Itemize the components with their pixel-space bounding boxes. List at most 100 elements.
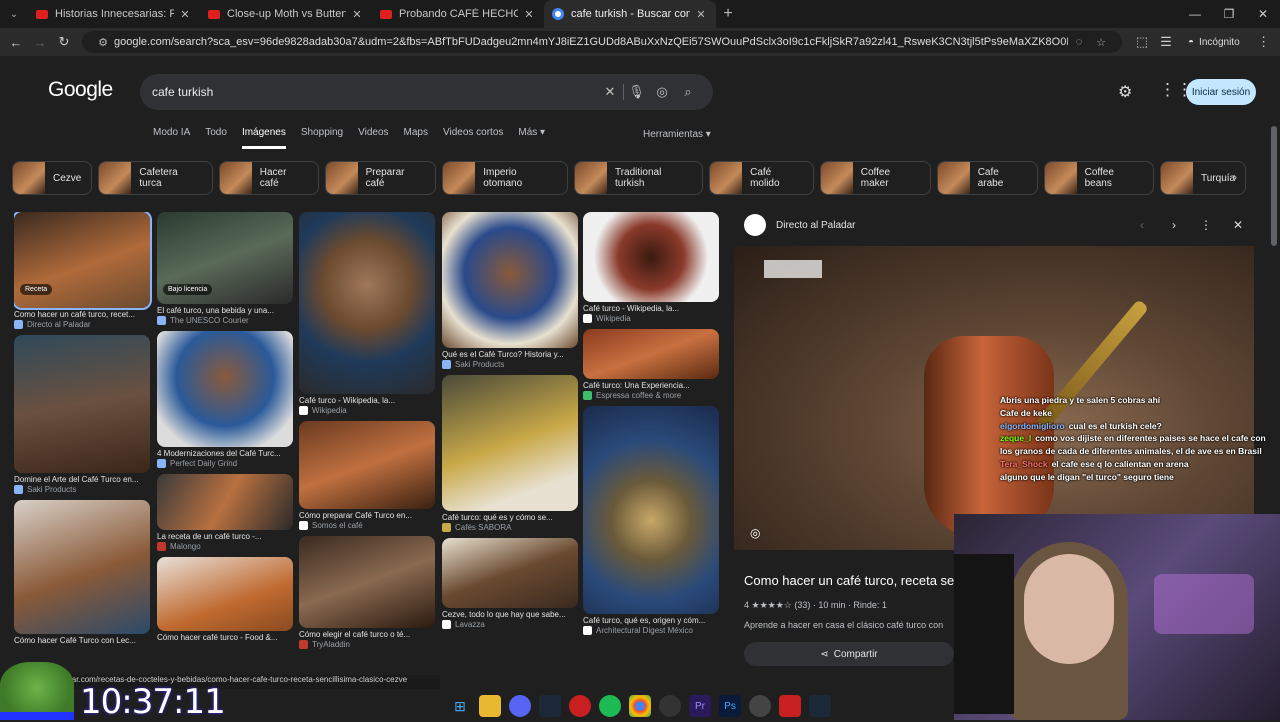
search-icon[interactable]: ⌕ xyxy=(675,84,701,100)
lens-icon[interactable]: ◎ xyxy=(649,84,675,100)
app-icon[interactable] xyxy=(749,695,771,717)
filter-imagenes[interactable]: Imágenes xyxy=(241,127,286,149)
preview-source[interactable]: Directo al Paladar xyxy=(776,220,855,231)
discord-icon[interactable] xyxy=(509,695,531,717)
image-result[interactable]: Qué es el Café Turco? Historia y... Saki… xyxy=(442,212,578,369)
minimize-icon[interactable]: — xyxy=(1178,7,1212,21)
chip[interactable]: Preparar café xyxy=(324,161,437,195)
site-info-icon[interactable]: ⚙ xyxy=(92,36,114,49)
windows-start-icon[interactable]: ⊞ xyxy=(449,695,471,717)
extensions-icon[interactable]: ⬚ xyxy=(1130,34,1154,50)
chip[interactable]: Cafe arabe xyxy=(936,161,1038,195)
close-icon[interactable]: ✕ xyxy=(350,8,364,21)
tab-search-icon[interactable]: ⌄ xyxy=(0,9,28,20)
image-result[interactable]: La receta de un café turco -... Malongo xyxy=(157,474,293,551)
filter-todo[interactable]: Todo xyxy=(205,127,227,149)
image-result[interactable]: Cómo hacer café turco - Food &... xyxy=(157,557,293,642)
chevron-right-icon[interactable]: › xyxy=(1158,218,1190,232)
chip[interactable]: Coffee beans xyxy=(1043,161,1155,195)
image-result[interactable]: Cómo elegir el café turco o té... TryAla… xyxy=(299,536,435,649)
cook-time: 10 min xyxy=(818,600,846,610)
image-result[interactable]: Domine el Arte del Café Turco en... Saki… xyxy=(14,335,150,494)
close-icon[interactable]: ✕ xyxy=(1222,218,1254,232)
image-result[interactable]: Café turco: qué es y cómo se... Cafés SA… xyxy=(442,375,578,532)
image-result[interactable]: Receta Como hacer un café turco, recet..… xyxy=(14,212,152,329)
chip[interactable]: Hacer café xyxy=(218,161,319,195)
result-source: Cafés SABORA xyxy=(442,523,578,532)
menu-kebab-icon[interactable]: ⋮ xyxy=(1252,34,1276,50)
chip-thumbnail xyxy=(820,162,853,194)
chip[interactable]: Coffee maker xyxy=(819,161,931,195)
filter-shopping[interactable]: Shopping xyxy=(301,127,343,149)
settings-icon[interactable]: ⚙ xyxy=(1118,82,1132,102)
chip[interactable]: Cafetera turca xyxy=(98,161,213,195)
result-source: Wikipedia xyxy=(299,406,435,415)
image-result[interactable]: Cezve, todo lo que hay que sabe... Lavaz… xyxy=(442,538,578,629)
microphone-icon[interactable]: 🎙 xyxy=(623,84,649,100)
filter-maps[interactable]: Maps xyxy=(404,127,428,149)
image-result[interactable]: Café turco - Wikipedia, la... Wikipedia xyxy=(299,212,435,415)
chip-thumbnail xyxy=(1044,162,1077,194)
filter-mas[interactable]: Más ▾ xyxy=(518,127,545,149)
share-button[interactable]: ⋖ Compartir xyxy=(744,642,954,666)
chevron-right-icon[interactable]: › xyxy=(1233,170,1237,184)
browser-tab[interactable]: Historias Innecesarias: Parasitos ✕ xyxy=(28,0,200,28)
premiere-icon[interactable]: Pr xyxy=(689,695,711,717)
chip[interactable]: Café molido xyxy=(709,161,814,195)
close-icon[interactable]: ✕ xyxy=(178,8,192,21)
close-icon[interactable]: ✕ xyxy=(522,8,536,21)
more-options-icon[interactable]: ⋮ xyxy=(1190,218,1222,232)
maximize-icon[interactable]: ❐ xyxy=(1212,7,1246,21)
image-result[interactable]: Cómo hacer Café Turco con Lec... xyxy=(14,500,150,645)
bookmark-star-icon[interactable]: ☆ xyxy=(1090,36,1112,49)
new-tab-button[interactable]: + xyxy=(716,5,740,23)
browser-tab-active[interactable]: cafe turkish - Buscar con Goog ✕ xyxy=(544,0,716,28)
scrollbar[interactable] xyxy=(1271,126,1277,246)
app-icon[interactable] xyxy=(779,695,801,717)
photoshop-icon[interactable]: Ps xyxy=(719,695,741,717)
image-result[interactable]: Café turco, qué es, origen y cóm... Arch… xyxy=(583,406,719,635)
result-source: Wikipedia xyxy=(583,314,719,323)
image-result[interactable]: 4 Modernizaciones del Café Turc... Perfe… xyxy=(157,331,293,468)
search-input[interactable]: cafe turkish xyxy=(152,85,597,99)
incognito-indicator[interactable]: ◓ Incógnito xyxy=(1188,37,1240,48)
steam-icon[interactable] xyxy=(539,695,561,717)
lens-icon[interactable]: ◎ xyxy=(750,526,760,540)
image-result[interactable]: Café turco - Wikipedia, la... Wikipedia xyxy=(583,212,719,323)
preview-title[interactable]: Como hacer un café turco, receta senc xyxy=(744,573,954,588)
filter-videos[interactable]: Videos xyxy=(358,127,388,149)
filter-modo-ia[interactable]: Modo IA xyxy=(153,127,190,149)
file-explorer-icon[interactable] xyxy=(479,695,501,717)
reload-icon[interactable]: ↻ xyxy=(52,34,76,50)
url-field[interactable]: ⚙ google.com/search?sca_esv=96de9828adab… xyxy=(82,31,1122,53)
chip[interactable]: Traditional turkish xyxy=(573,161,704,195)
chevron-left-icon[interactable]: ‹ xyxy=(1126,218,1158,232)
result-image xyxy=(14,500,150,634)
close-window-icon[interactable]: ✕ xyxy=(1246,7,1280,21)
forward-icon[interactable]: → xyxy=(28,35,52,50)
filter-videos-cortos[interactable]: Videos cortos xyxy=(443,127,503,149)
tools-button[interactable]: Herramientas ▾ xyxy=(643,129,711,140)
obs-icon[interactable] xyxy=(659,695,681,717)
eye-off-icon[interactable]: ◌ xyxy=(1068,36,1090,48)
source-favicon-icon xyxy=(583,626,592,635)
steam-icon[interactable] xyxy=(809,695,831,717)
browser-tab[interactable]: Close-up Moth vs Butterfly - Yo ✕ xyxy=(200,0,372,28)
signin-button[interactable]: Iniciar sesión xyxy=(1186,79,1256,105)
chrome-icon[interactable] xyxy=(629,695,651,717)
google-logo[interactable]: Google xyxy=(48,78,113,102)
chat-message: Abris una piedra y te salen 5 cobras ahí xyxy=(1000,394,1278,407)
close-icon[interactable]: ✕ xyxy=(694,8,708,21)
search-box[interactable]: cafe turkish ✕ 🎙 ◎ ⌕ xyxy=(140,74,713,110)
reading-list-icon[interactable]: ☰ xyxy=(1154,34,1178,50)
app-icon[interactable] xyxy=(569,695,591,717)
clear-icon[interactable]: ✕ xyxy=(597,84,623,100)
spotify-icon[interactable] xyxy=(599,695,621,717)
chip[interactable]: Imperio otomano xyxy=(442,161,568,195)
browser-tab[interactable]: Probando CAFÉ HECHO DE CAC ✕ xyxy=(372,0,544,28)
chip[interactable]: Cezve xyxy=(12,161,93,195)
image-result[interactable]: Café turco: Una Experiencia... Espressa … xyxy=(583,329,719,400)
image-result[interactable]: Bajo licencia El café turco, una bebida … xyxy=(157,212,293,325)
image-result[interactable]: Cómo preparar Café Turco en... Somos el … xyxy=(299,421,435,530)
back-icon[interactable]: ← xyxy=(4,35,28,50)
